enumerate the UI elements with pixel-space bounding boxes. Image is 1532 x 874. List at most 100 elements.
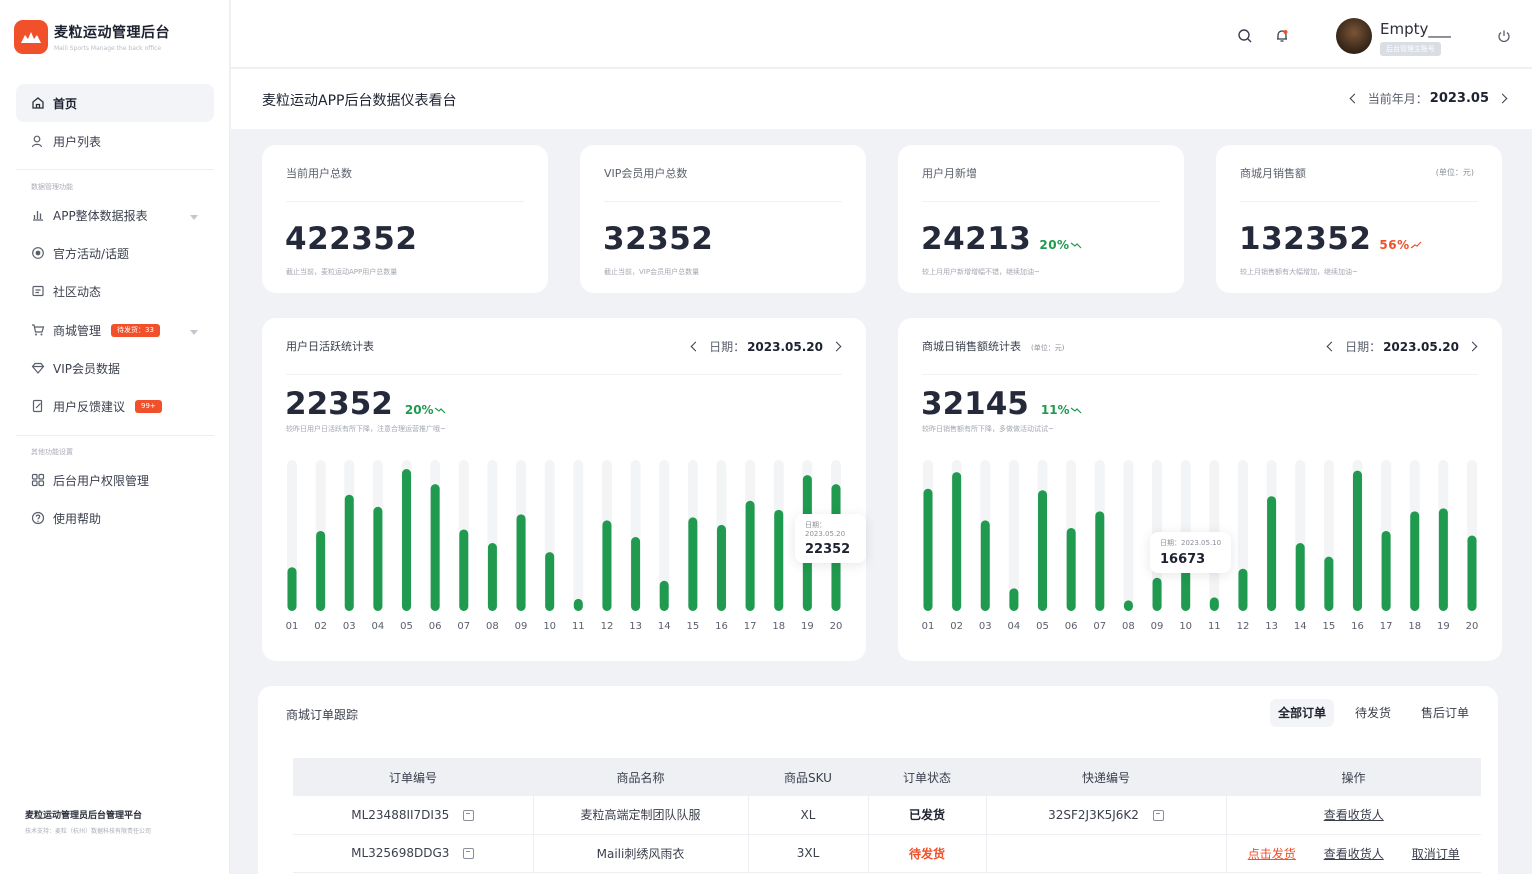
sidebar-item-label: 社区动态 <box>53 284 102 299</box>
stat-value: 422352 <box>285 221 418 257</box>
chevron-down-icon <box>190 210 198 224</box>
sidebar-item-permissions[interactable]: 后台用户权限管理 <box>16 461 214 499</box>
sidebar-item-app-report[interactable]: APP整体数据报表 <box>16 196 214 234</box>
x-tick-label: 12 <box>1237 621 1250 632</box>
column-header: 商品SKU <box>748 758 868 796</box>
chevron-right-icon[interactable] <box>1467 341 1478 352</box>
user-name[interactable]: Empty___ <box>1380 20 1451 38</box>
orders-table: 订单编号 商品名称 商品SKU 订单状态 快递编号 操作 ML23488II7D… <box>293 758 1481 873</box>
chart-bar[interactable] <box>1295 543 1305 611</box>
chart-desc: 较昨日销售额有所下降，多做做活动试试~ <box>922 425 1054 433</box>
chart-bar[interactable] <box>1009 588 1019 611</box>
chevron-right-icon[interactable] <box>1497 93 1508 104</box>
order-id: ML23488II7DI35 <box>351 807 450 822</box>
chart-bar[interactable] <box>1038 490 1048 611</box>
chart-bar[interactable] <box>316 530 326 611</box>
stat-desc: 截止当前，麦粒运动APP用户总数量 <box>286 268 398 276</box>
power-icon[interactable] <box>1496 28 1512 44</box>
chart-bar[interactable] <box>952 472 962 611</box>
chart-bar[interactable] <box>459 529 469 611</box>
sidebar-item-home[interactable]: 首页 <box>16 84 214 122</box>
chart-title: 用户日活跃统计表 <box>286 340 374 353</box>
sidebar-item-help[interactable]: 使用帮助 <box>16 499 214 537</box>
view-receiver-link[interactable]: 查看收货人 <box>1324 808 1384 822</box>
chevron-left-icon[interactable] <box>1349 93 1360 104</box>
sidebar-item-activities[interactable]: 官方活动/话题 <box>16 234 214 272</box>
chart-bar[interactable] <box>631 537 641 611</box>
chart-bar[interactable] <box>923 488 933 611</box>
month-label: 当前年月： <box>1367 92 1428 106</box>
chart-bar[interactable] <box>1410 511 1420 611</box>
activity-icon <box>30 245 46 261</box>
chart-bar[interactable] <box>745 500 755 611</box>
chart-bar[interactable] <box>373 506 383 611</box>
table-row: ML23488II7DI35 麦粒高端定制团队队服 XL 已发货 32SF2J3… <box>293 796 1481 835</box>
sidebar-item-community[interactable]: 社区动态 <box>16 272 214 310</box>
chart-bar[interactable] <box>1066 527 1076 611</box>
chart-bar[interactable] <box>1467 535 1477 612</box>
chart-bar[interactable] <box>1381 530 1391 611</box>
divider <box>922 374 1478 375</box>
search-icon[interactable] <box>1237 28 1253 44</box>
sidebar-footer-subtitle: 技术支持：麦粒（杭州）数据科技有限责任公司 <box>25 828 152 835</box>
chart-card-daily-active: 用户日活跃统计表 日期： 2023.05.20 22352 20% 较昨日用户日活… <box>262 318 866 661</box>
copy-icon[interactable] <box>463 848 475 859</box>
sidebar-item-feedback[interactable]: 用户反馈建议 99+ <box>16 387 214 425</box>
copy-icon[interactable] <box>463 809 475 821</box>
chart-bar[interactable] <box>287 567 297 611</box>
brand[interactable]: 麦粒运动管理后台 Maili Sports Manage the back of… <box>14 20 170 54</box>
x-tick-label: 10 <box>543 621 556 632</box>
x-tick-label: 04 <box>1008 621 1021 632</box>
chart-bar[interactable] <box>1209 597 1219 611</box>
stat-desc: 截止当前，VIP会员用户总数量 <box>604 268 700 276</box>
table-row: ML325698DDG3 Maili刺绣风雨衣 3XL 待发货 点击发货 查看收货… <box>293 834 1481 873</box>
chart-tooltip: 日期：2023.05.10 16673 <box>1150 532 1232 573</box>
chart-bar[interactable] <box>659 580 669 611</box>
actions-cell: 点击发货 查看收货人 取消订单 <box>1226 834 1481 873</box>
tab-all-orders[interactable]: 全部订单 <box>1270 699 1335 727</box>
sidebar-item-vip[interactable]: VIP会员数据 <box>16 349 214 387</box>
copy-icon[interactable] <box>1152 809 1164 821</box>
chevron-right-icon[interactable] <box>831 341 842 352</box>
chart-bar[interactable] <box>1267 496 1277 611</box>
chart-bar[interactable] <box>402 469 412 611</box>
chart-bar[interactable] <box>1352 470 1362 611</box>
sidebar-item-mall[interactable]: 商城管理 待发货：33 <box>16 311 214 349</box>
chart-bar[interactable] <box>688 517 698 611</box>
chart-bar[interactable] <box>344 494 354 611</box>
x-tick-label: 20 <box>830 621 843 632</box>
chart-bar[interactable] <box>545 552 555 611</box>
chart-title-wrap: 商城日销售额统计表 (单位：元) <box>922 338 1064 354</box>
cancel-order-link[interactable]: 取消订单 <box>1412 847 1460 861</box>
x-tick-label: 14 <box>1294 621 1307 632</box>
view-receiver-link[interactable]: 查看收货人 <box>1324 847 1384 861</box>
chart-bar[interactable] <box>716 524 726 611</box>
stat-card-total-users: 当前用户总数 422352 截止当前，麦粒运动APP用户总数量 <box>262 145 548 293</box>
x-tick-label: 15 <box>1322 621 1335 632</box>
trend-down-icon <box>434 386 446 422</box>
chart-bar[interactable] <box>516 514 526 611</box>
chart-bar[interactable] <box>430 484 440 611</box>
ship-now-link[interactable]: 点击发货 <box>1248 847 1296 861</box>
chart-bar[interactable] <box>774 509 784 611</box>
chart-bar[interactable] <box>602 520 612 611</box>
chart-bar[interactable] <box>1123 600 1133 611</box>
tab-pending-shipment[interactable]: 待发货 <box>1347 699 1399 727</box>
chevron-left-icon[interactable] <box>1326 341 1337 352</box>
chart-bar[interactable] <box>487 543 497 611</box>
chart-bar[interactable] <box>573 598 583 611</box>
chart-bar[interactable] <box>1152 577 1162 611</box>
chart-bar[interactable] <box>1238 568 1248 611</box>
avatar[interactable] <box>1336 18 1372 54</box>
x-tick-label: 07 <box>1093 621 1106 632</box>
tab-after-sales[interactable]: 售后订单 <box>1413 699 1477 727</box>
chevron-left-icon[interactable] <box>690 341 701 352</box>
chart-bar[interactable] <box>1438 508 1448 611</box>
date-label: 日期： <box>709 340 746 354</box>
chart-bar[interactable] <box>980 520 990 611</box>
chart-bar[interactable] <box>1095 511 1105 611</box>
notification-bell-icon[interactable] <box>1274 28 1290 44</box>
chart-card-daily-sales: 商城日销售额统计表 (单位：元) 日期： 2023.05.20 32145 11% … <box>898 318 1502 661</box>
chart-bar[interactable] <box>1324 556 1334 611</box>
sidebar-item-users[interactable]: 用户列表 <box>16 122 214 160</box>
